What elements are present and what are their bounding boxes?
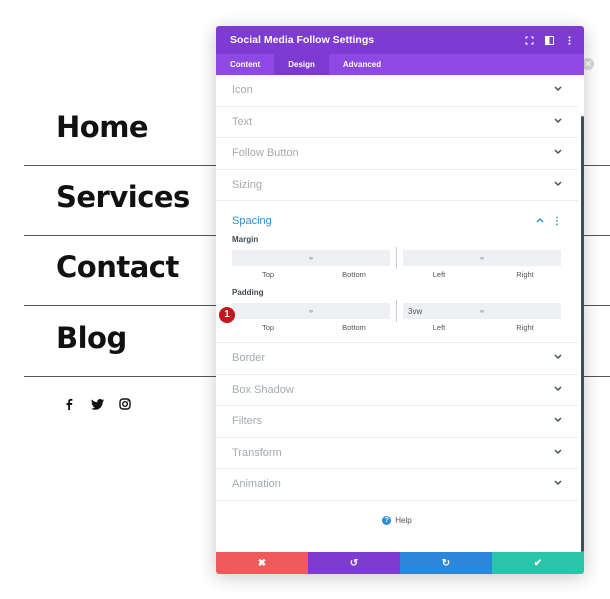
chevron-down-icon [554,386,562,394]
scrollbar[interactable] [581,116,584,552]
section-label: Filters [232,415,262,428]
chevron-down-icon [554,118,562,126]
social-follow [62,397,132,411]
help-icon: ? [382,516,392,525]
section-label: Follow Button [232,147,299,160]
link-icon[interactable]: ⚭ [475,303,489,319]
margin-right-input[interactable] [489,250,561,266]
step-badge: 1 [219,307,235,323]
instagram-icon[interactable] [118,397,132,411]
margin-row: ⚭ ⚭ [232,247,562,269]
more-options-icon[interactable]: ⋮ [552,216,562,227]
menu-item-blog[interactable]: Blog [56,321,127,355]
chevron-down-icon [554,480,562,488]
split-view-icon[interactable] [544,35,554,45]
settings-content: Icon Text Follow Button Sizing Spacing ⋮… [216,75,578,551]
menu-item-services[interactable]: Services [56,180,190,214]
settings-modal: Social Media Follow Settings Content Des… [216,26,584,574]
field-divider [396,247,397,269]
undo-button[interactable]: ↺ [308,552,400,574]
tab-content[interactable]: Content [216,54,274,75]
modal-title: Social Media Follow Settings [230,34,375,46]
chevron-down-icon [554,181,562,189]
section-label: Sizing [232,178,262,191]
section-label: Icon [232,84,253,97]
field-label: Left [432,323,446,332]
tab-design[interactable]: Design [274,54,329,75]
modal-footer: ✖ ↺ ↻ ✔ [216,552,584,574]
chevron-down-icon [554,449,562,457]
section-label: Transform [232,446,282,459]
link-icon[interactable]: ⚭ [304,303,318,319]
section-border[interactable]: Border [216,343,578,375]
chevron-down-icon [554,354,562,362]
section-spacing: Spacing ⋮ Margin ⚭ ⚭ Top Bottom Left Rig… [216,201,578,343]
padding-field-labels: Top Bottom Left Right [232,323,562,332]
section-sizing[interactable]: Sizing [216,170,578,201]
link-icon[interactable]: ⚭ [475,250,489,266]
section-label: Border [232,352,266,365]
redo-button[interactable]: ↻ [400,552,492,574]
help-label: Help [395,516,412,525]
field-label: Bottom [342,270,366,279]
field-divider [396,300,397,322]
section-text[interactable]: Text [216,107,578,138]
help-link[interactable]: ? Help [216,516,578,525]
menu-item-home[interactable]: Home [56,110,149,144]
field-label: Bottom [342,323,366,332]
section-label: Text [232,115,253,128]
padding-right-input[interactable] [489,303,561,319]
section-box-shadow[interactable]: Box Shadow [216,375,578,406]
field-label: Right [516,323,534,332]
section-transform[interactable]: Transform [216,438,578,469]
padding-row: ⚭ ⚭ [232,300,562,322]
chevron-up-icon [536,217,544,225]
margin-left-input[interactable] [403,250,475,266]
cancel-button[interactable]: ✖ [216,552,308,574]
margin-label: Margin [232,235,259,244]
twitter-icon[interactable] [90,397,104,411]
link-icon[interactable]: ⚭ [304,250,318,266]
section-label: Animation [232,478,281,491]
margin-bottom-input[interactable] [318,250,390,266]
section-animation[interactable]: Animation [216,469,578,501]
section-label: Spacing [232,215,272,227]
modal-header: Social Media Follow Settings [216,26,584,54]
facebook-icon[interactable] [62,397,76,411]
section-icon[interactable]: Icon [216,75,578,107]
field-label: Top [261,270,275,279]
section-follow-button[interactable]: Follow Button [216,138,578,170]
padding-top-input[interactable] [232,303,304,319]
padding-bottom-input[interactable] [318,303,390,319]
margin-field-labels: Top Bottom Left Right [232,270,562,279]
tab-advanced[interactable]: Advanced [329,54,395,75]
section-filters[interactable]: Filters [216,406,578,438]
chevron-down-icon [554,149,562,157]
chevron-down-icon [554,86,562,94]
field-label: Left [432,270,446,279]
field-label: Top [261,323,275,332]
more-options-icon[interactable] [564,35,574,45]
save-button[interactable]: ✔ [492,552,584,574]
section-label: Box Shadow [232,383,294,396]
menu-item-contact[interactable]: Contact [56,250,179,284]
expand-icon[interactable] [524,35,534,45]
chevron-down-icon [554,417,562,425]
padding-left-input[interactable] [403,303,475,319]
padding-label: Padding [232,288,264,297]
margin-top-input[interactable] [232,250,304,266]
tab-bar: Content Design Advanced [216,54,584,75]
field-label: Right [516,270,534,279]
